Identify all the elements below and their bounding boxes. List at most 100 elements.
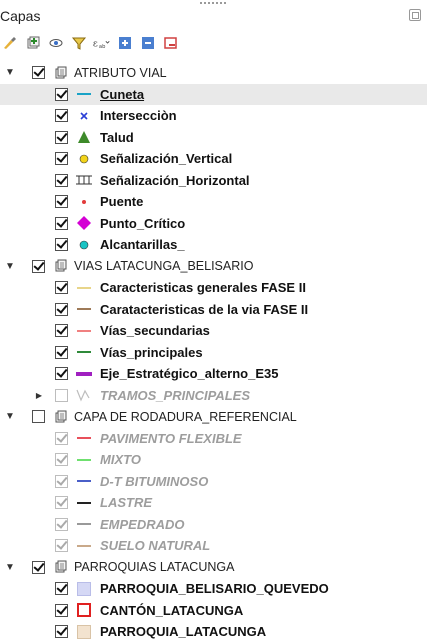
dot-symbol-icon <box>75 191 93 213</box>
layer-row-talud[interactable]: Talud <box>0 127 427 149</box>
visibility-checkbox[interactable] <box>55 474 68 488</box>
filter-legend-icon[interactable] <box>69 34 88 52</box>
circle-symbol-icon <box>75 148 93 170</box>
layer-label: Eje_Estratégico_alterno_E35 <box>100 366 279 382</box>
layer-row-mixto[interactable]: MIXTO <box>0 449 427 471</box>
layer-row-senalizacion-vertical[interactable]: Señalización_Vertical <box>0 148 427 170</box>
filter-expression-icon[interactable]: ε ab <box>92 34 111 52</box>
layer-row-canton-latacunga[interactable]: CANTÓN_LATACUNGA <box>0 600 427 622</box>
layer-row-punto-critico[interactable]: Punto_Crítico <box>0 213 427 235</box>
layer-label: LASTRE <box>100 495 152 511</box>
layer-row-pavimento-flexible[interactable]: PAVIMENTO FLEXIBLE <box>0 428 427 450</box>
expand-all-icon[interactable] <box>115 34 134 52</box>
float-panel-icon[interactable] <box>409 9 421 21</box>
collapse-arrow-icon[interactable]: ▼ <box>3 62 17 84</box>
svg-text:ε: ε <box>93 38 98 49</box>
visibility-checkbox[interactable] <box>55 603 68 617</box>
dock-drag-handle[interactable] <box>0 0 427 6</box>
visibility-checkbox[interactable] <box>55 453 68 467</box>
layer-label: CANTÓN_LATACUNGA <box>100 602 244 618</box>
layer-row-eje-estrategico-alterno-e35[interactable]: Eje_Estratégico_alterno_E35 <box>0 363 427 385</box>
visibility-checkbox[interactable] <box>55 539 68 553</box>
add-group-icon[interactable] <box>23 34 42 52</box>
layer-row-cuneta[interactable]: Cuneta <box>0 83 427 105</box>
style-brush-icon[interactable] <box>0 34 19 52</box>
line-symbol-icon <box>75 320 93 342</box>
layer-label: PARROQUIA_LATACUNGA <box>100 624 267 640</box>
group-label: CAPA DE RODADURA_REFERENCIAL <box>74 409 297 424</box>
line-symbol-icon <box>75 449 93 471</box>
layer-row-d-t-bituminoso[interactable]: D-T BITUMINOSO <box>0 471 427 493</box>
layer-label: D-T BITUMINOSO <box>100 473 209 489</box>
visibility-checkbox[interactable] <box>55 302 68 316</box>
visibility-checkbox[interactable] <box>55 216 68 230</box>
layer-label: Punto_Crítico <box>100 215 186 231</box>
group-row-parroquias-latacunga[interactable]: ▼ PARROQUIAS LATACUNGA <box>0 557 427 579</box>
layer-row-vias-principales[interactable]: Vías_principales <box>0 342 427 364</box>
triangle-symbol-icon <box>75 127 93 149</box>
layer-row-parroquia-latacunga[interactable]: PARROQUIA_LATACUNGA <box>0 621 427 643</box>
layer-row-lastre[interactable]: LASTRE <box>0 492 427 514</box>
collapse-arrow-icon[interactable]: ▼ <box>3 406 17 428</box>
layer-row-parroquia-belisario-quevedo[interactable]: PARROQUIA_BELISARIO_QUEVEDO <box>0 578 427 600</box>
visibility-checkbox[interactable] <box>55 367 68 381</box>
group-row-capa-de-rodadura-referencial[interactable]: ▼ CAPA DE RODADURA_REFERENCIAL <box>0 406 427 428</box>
visibility-checkbox[interactable] <box>55 517 68 531</box>
visibility-checkbox[interactable] <box>55 388 68 402</box>
layer-row-puente[interactable]: Puente <box>0 191 427 213</box>
layer-tree: ▼ ATRIBUTO VIAL Cuneta Intersecciòn Talud Señ… <box>0 62 427 643</box>
fill-symbol-icon <box>75 578 93 600</box>
layer-label: Intersecciòn <box>100 108 177 124</box>
visibility-checkbox[interactable] <box>55 281 68 295</box>
manage-visibility-icon[interactable] <box>46 34 65 52</box>
layer-row-empedrado[interactable]: EMPEDRADO <box>0 514 427 536</box>
layer-row-caracteristicas-generales-fase-ii[interactable]: Caracteristicas generales FASE II <box>0 277 427 299</box>
visibility-checkbox[interactable] <box>55 345 68 359</box>
collapse-arrow-icon[interactable]: ▼ <box>3 256 17 278</box>
group-row-atributo-vial[interactable]: ▼ ATRIBUTO VIAL <box>0 62 427 84</box>
visibility-checkbox[interactable] <box>32 66 45 80</box>
layer-row-interseccion[interactable]: Intersecciòn <box>0 105 427 127</box>
circle-symbol-icon <box>75 234 93 256</box>
collapse-all-icon[interactable] <box>138 34 157 52</box>
visibility-checkbox[interactable] <box>55 130 68 144</box>
visibility-checkbox[interactable] <box>55 152 68 166</box>
fill-symbol-icon <box>75 621 93 643</box>
collapse-arrow-icon[interactable]: ▼ <box>3 557 17 579</box>
visibility-checkbox[interactable] <box>32 259 45 273</box>
layer-label: Alcantarillas_ <box>100 237 185 253</box>
visibility-checkbox[interactable] <box>55 195 68 209</box>
layer-row-caratacteristicas-de-la-via-fase-ii[interactable]: Caratacteristicas de la via FASE II <box>0 299 427 321</box>
layer-row-alcantarillas[interactable]: Alcantarillas_ <box>0 234 427 256</box>
visibility-checkbox[interactable] <box>55 173 68 187</box>
layer-row-vias-secundarias[interactable]: Vías_secundarias <box>0 320 427 342</box>
group-icon <box>52 62 70 84</box>
visibility-checkbox[interactable] <box>55 238 68 252</box>
line-symbol-icon <box>75 535 93 557</box>
visibility-checkbox[interactable] <box>55 87 68 101</box>
visibility-checkbox[interactable] <box>55 431 68 445</box>
visibility-checkbox[interactable] <box>55 109 68 123</box>
visibility-checkbox[interactable] <box>32 560 45 574</box>
layer-label: SUELO NATURAL <box>100 538 211 554</box>
visibility-checkbox[interactable] <box>55 582 68 596</box>
panel-title: Capas <box>0 8 41 24</box>
line-symbol-icon <box>75 514 93 536</box>
layer-row-senalizacion-horizontal[interactable]: Señalización_Horizontal <box>0 170 427 192</box>
visibility-checkbox[interactable] <box>55 625 68 639</box>
polyline-symbol-icon <box>75 385 93 407</box>
layer-row-tramos-principales[interactable]: ▶ TRAMOS_PRINCIPALES <box>0 385 427 407</box>
layer-label: TRAMOS_PRINCIPALES <box>100 387 250 403</box>
hbars-symbol-icon <box>75 170 93 192</box>
visibility-checkbox[interactable] <box>32 410 45 424</box>
group-row-vias-latacunga-belisario[interactable]: ▼ VIAS LATACUNGA_BELISARIO <box>0 256 427 278</box>
line-symbol-icon <box>75 342 93 364</box>
layer-label: Talud <box>100 129 134 145</box>
layer-label: Caracteristicas generales FASE II <box>100 280 306 296</box>
layer-label: PAVIMENTO FLEXIBLE <box>100 430 242 446</box>
visibility-checkbox[interactable] <box>55 324 68 338</box>
layer-row-suelo-natural[interactable]: SUELO NATURAL <box>0 535 427 557</box>
remove-layer-icon[interactable] <box>161 34 180 52</box>
visibility-checkbox[interactable] <box>55 496 68 510</box>
expand-arrow-icon[interactable]: ▶ <box>32 385 46 407</box>
